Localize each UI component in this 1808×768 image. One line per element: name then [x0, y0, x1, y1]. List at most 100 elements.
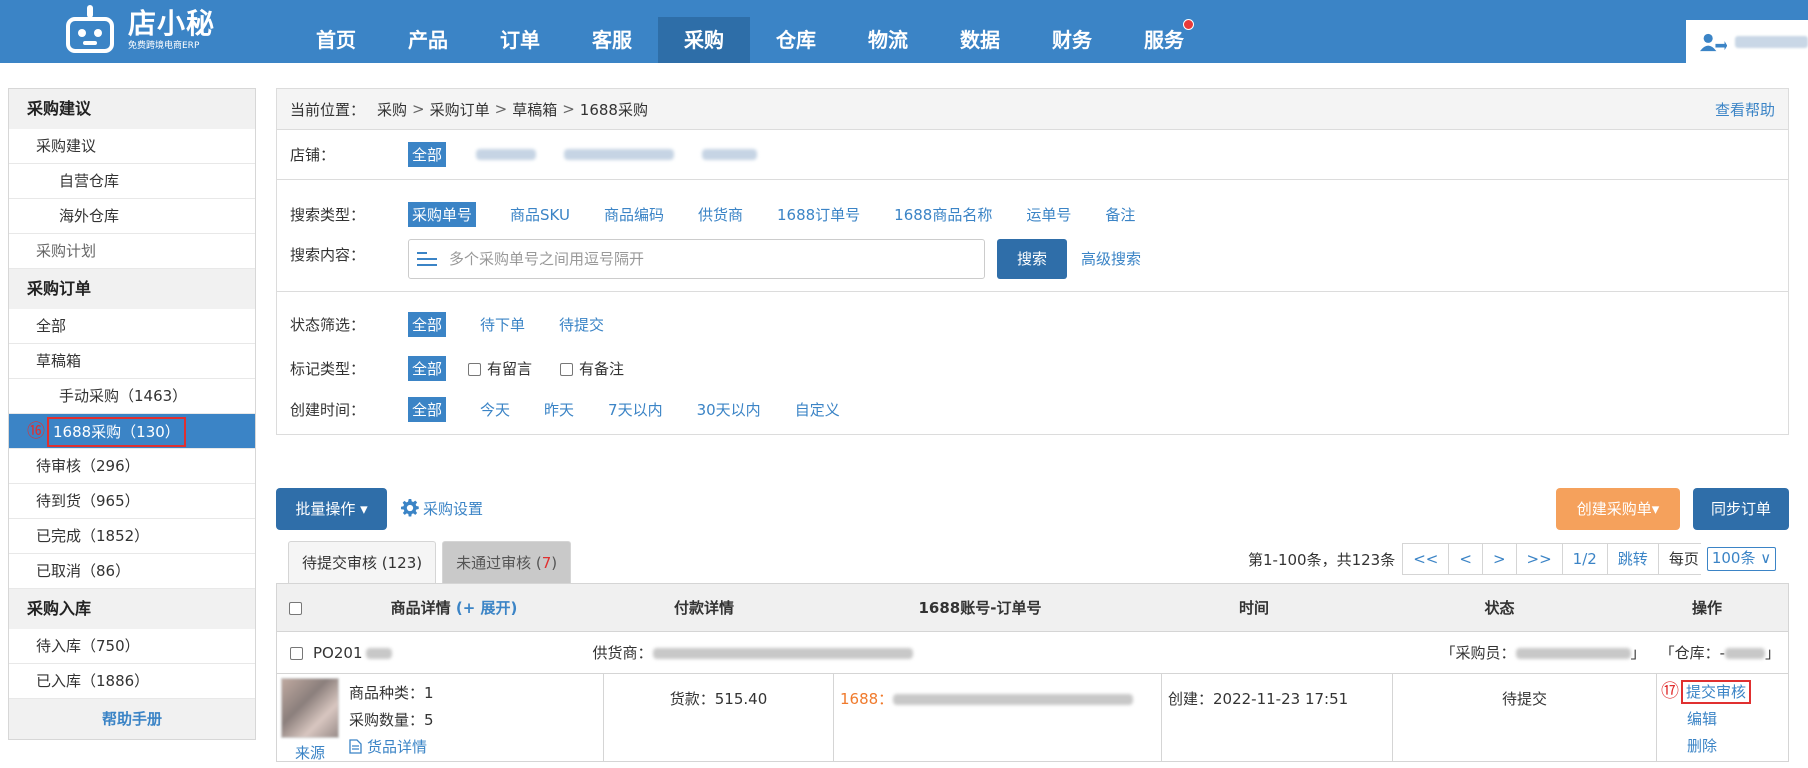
breadcrumb-item[interactable]: 草稿箱 [512, 99, 557, 120]
sidebar-item-suggestion[interactable]: 采购建议 [9, 129, 255, 164]
app-logo[interactable]: 店小秘 免费跨境电商ERP [60, 0, 215, 60]
breadcrumb-item[interactable]: 采购 [377, 99, 407, 120]
row-checkbox[interactable] [277, 644, 313, 662]
status-pending-order-option[interactable]: 待下单 [480, 314, 525, 335]
time-custom-option[interactable]: 自定义 [795, 399, 840, 420]
purchase-settings-link[interactable]: 采购设置 [401, 488, 483, 530]
sidebar-item-overseas-warehouse[interactable]: 海外仓库 [9, 199, 255, 234]
robot-logo-icon [60, 5, 120, 55]
nav-item-logistics[interactable]: 物流 [842, 17, 934, 63]
prev-page-button[interactable]: < [1448, 543, 1483, 575]
select-all-checkbox[interactable] [277, 599, 319, 617]
goods-detail-link[interactable]: 货品详情 [349, 734, 434, 761]
breadcrumb-item[interactable]: 采购订单 [430, 99, 490, 120]
mark-all-option[interactable]: 全部 [408, 355, 447, 381]
gear-icon [401, 499, 419, 517]
search-type-1688-order[interactable]: 1688订单号 [777, 204, 860, 225]
search-type-waybill[interactable]: 运单号 [1026, 204, 1071, 225]
tab-pending-submit-review[interactable]: 待提交审核 (123) [288, 541, 437, 583]
sync-orders-button[interactable]: 同步订单 [1693, 488, 1789, 530]
pagination: 第1-100条，共123条 << < > >> 1/2 跳转 每页 100条 ∨ [1248, 543, 1777, 575]
per-page-label: 每页 [1657, 543, 1701, 575]
submit-review-link[interactable]: 提交审核 [1681, 680, 1752, 704]
next-page-button[interactable]: > [1481, 543, 1517, 575]
time-yesterday-option[interactable]: 昨天 [544, 399, 574, 420]
store-option-redacted[interactable] [702, 149, 758, 160]
notification-dot [1183, 19, 1194, 30]
time-all-option[interactable]: 全部 [408, 396, 447, 422]
time-7days-option[interactable]: 7天以内 [608, 399, 663, 420]
sidebar-group-stock-in: 采购入库 [9, 589, 255, 629]
store-option-redacted[interactable] [564, 149, 675, 160]
nav-item-purchasing[interactable]: 采购 [658, 17, 750, 63]
view-help-link[interactable]: 查看帮助 [1715, 99, 1775, 120]
checkbox-icon [560, 362, 574, 376]
sidebar-item-plan[interactable]: 采购计划 [9, 234, 255, 269]
created-time: 创建：2022-11-23 17:51 [1162, 674, 1393, 761]
product-cell: 来源 商品种类：1 采购数量：5 货品详情 [277, 674, 604, 763]
sidebar-item-1688[interactable]: ⑯ 1688采购（130） [9, 414, 255, 449]
action-cell: ⑰ 提交审核 编辑 删除 [1657, 674, 1788, 761]
logo-title: 店小秘 [128, 7, 216, 40]
time-today-option[interactable]: 今天 [480, 399, 510, 420]
status-pending-submit-option[interactable]: 待提交 [559, 314, 604, 335]
advanced-search-link[interactable]: 高级搜索 [1081, 248, 1141, 269]
status-filter-row: 状态筛选： 全部 待下单 待提交 [277, 302, 1788, 346]
expand-toggle[interactable]: (+ 展开) [456, 599, 518, 617]
sidebar-item-all[interactable]: 全部 [9, 309, 255, 344]
first-page-button[interactable]: << [1402, 543, 1450, 575]
nav-item-customer-service[interactable]: 客服 [566, 17, 658, 63]
mark-message-checkbox[interactable]: 有留言 [468, 358, 532, 379]
nav-item-services[interactable]: 服务 [1118, 17, 1210, 63]
nav-item-orders[interactable]: 订单 [474, 17, 566, 63]
sidebar-item-draft[interactable]: 草稿箱 [9, 344, 255, 379]
order-group-row: PO201 供货商： 「采购员：」 「仓库：-」 [277, 632, 1788, 674]
source-link[interactable]: 来源 [281, 742, 339, 763]
action-toolbar: 批量操作 ▾ 采购设置 创建采购单▾ 同步订单 [276, 488, 1789, 530]
search-input[interactable]: 多个采购单号之间用逗号隔开 [408, 238, 985, 279]
search-type-product-code[interactable]: 商品编码 [604, 204, 664, 225]
sidebar-item-cancelled[interactable]: 已取消（86） [9, 554, 255, 589]
time-filter-label: 创建时间： [290, 400, 366, 419]
nav-item-data[interactable]: 数据 [934, 17, 1026, 63]
batch-operation-button[interactable]: 批量操作 ▾ [276, 488, 387, 530]
search-type-remark[interactable]: 备注 [1105, 204, 1135, 225]
status-all-option[interactable]: 全部 [408, 311, 447, 337]
sidebar-item-pending-in[interactable]: 待入库（750） [9, 629, 255, 664]
time-30days-option[interactable]: 30天以内 [697, 399, 761, 420]
nav-item-home[interactable]: 首页 [290, 17, 382, 63]
table-row: 来源 商品种类：1 采购数量：5 货品详情 货款：515.40 1688： 创建… [277, 674, 1788, 763]
help-manual-link[interactable]: 帮助手册 [9, 699, 255, 739]
create-purchase-order-button[interactable]: 创建采购单▾ [1556, 488, 1680, 530]
mark-remark-checkbox[interactable]: 有备注 [560, 358, 624, 379]
delete-link[interactable]: 删除 [1661, 733, 1788, 760]
sidebar-item-own-warehouse[interactable]: 自营仓库 [9, 164, 255, 199]
tab-rejected-review[interactable]: 未通过审核 (7) [442, 541, 572, 583]
buyer: 「采购员：」 [1440, 644, 1646, 662]
header-time: 时间 [1238, 599, 1269, 617]
search-type-1688-product-name[interactable]: 1688商品名称 [894, 204, 992, 225]
store-all-option[interactable]: 全部 [408, 142, 447, 167]
nav-item-products[interactable]: 产品 [382, 17, 474, 63]
search-button[interactable]: 搜索 [997, 238, 1067, 279]
user-menu[interactable] [1686, 20, 1808, 63]
sidebar-item-pending-review[interactable]: 待审核（296） [9, 449, 255, 484]
edit-link[interactable]: 编辑 [1661, 706, 1788, 733]
sidebar-item-stocked[interactable]: 已入库（1886） [9, 664, 255, 699]
store-option-redacted[interactable] [476, 149, 537, 160]
sidebar-item-pending-arrival[interactable]: 待到货（965） [9, 484, 255, 519]
jump-button[interactable]: 跳转 [1606, 543, 1659, 575]
sidebar-item-manual[interactable]: 手动采购（1463） [9, 379, 255, 414]
supplier: 供货商： [592, 642, 913, 663]
page-indicator[interactable]: 1/2 [1561, 543, 1608, 575]
product-thumbnail[interactable] [281, 678, 339, 738]
last-page-button[interactable]: >> [1515, 543, 1563, 575]
search-type-sku[interactable]: 商品SKU [510, 204, 570, 225]
search-type-supplier[interactable]: 供货商 [698, 204, 743, 225]
search-type-po-number[interactable]: 采购单号 [408, 201, 477, 227]
sidebar-item-completed[interactable]: 已完成（1852） [9, 519, 255, 554]
review-tabs: 待提交审核 (123) 未通过审核 (7) [288, 541, 577, 583]
nav-item-finance[interactable]: 财务 [1026, 17, 1118, 63]
per-page-select[interactable]: 100条 ∨ [1706, 547, 1777, 571]
nav-item-warehouse[interactable]: 仓库 [750, 17, 842, 63]
